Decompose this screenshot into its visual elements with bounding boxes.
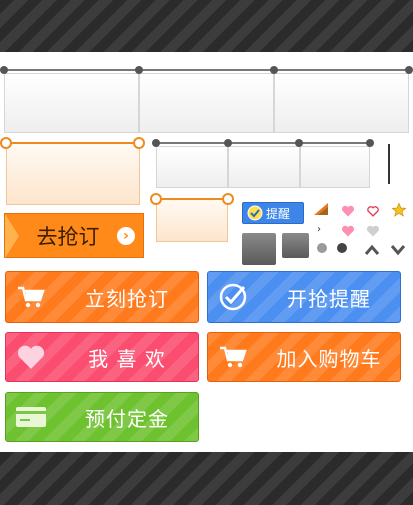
- start-remind-button[interactable]: 开抢提醒: [207, 271, 401, 323]
- timeline-active-dot: [150, 193, 162, 205]
- star-icon[interactable]: [391, 202, 407, 218]
- gray-square-small-icon[interactable]: [282, 233, 309, 258]
- triangle-flag-icon: [314, 203, 328, 215]
- chevron-down-icon[interactable]: [390, 244, 406, 256]
- add-to-cart-button[interactable]: 加入购物车: [207, 332, 401, 382]
- prepay-button[interactable]: 预付定金: [5, 392, 199, 442]
- timeline-dot: [0, 66, 8, 74]
- timeline-line: [4, 69, 409, 71]
- timeline-dot: [224, 139, 232, 147]
- arrow-right-small-icon: ›: [317, 224, 321, 235]
- timeline-active-cell: [6, 142, 140, 205]
- dot-dark-icon[interactable]: [337, 243, 347, 253]
- chevron-up-icon[interactable]: [364, 244, 380, 256]
- timeline-dot: [270, 66, 278, 74]
- check-circle-icon: [247, 205, 263, 221]
- timeline-active-cell-small: [156, 198, 228, 242]
- heart-icon: [6, 344, 56, 370]
- cart-icon: [6, 285, 56, 309]
- remind-small-button[interactable]: 提醒: [242, 202, 304, 224]
- prepay-label: 预付定金: [85, 406, 169, 431]
- timeline-dot: [295, 139, 303, 147]
- timeline-dot: [405, 66, 413, 74]
- timeline-dot: [135, 66, 143, 74]
- timeline-dot: [152, 139, 160, 147]
- cart-icon: [208, 345, 258, 369]
- timeline-line-small: [156, 142, 370, 144]
- vertical-divider: [388, 144, 390, 184]
- check-circle-icon: [208, 282, 258, 312]
- add-to-cart-label: 加入购物车: [276, 346, 382, 371]
- timeline-cell: [139, 73, 274, 133]
- timeline-cell-small: [156, 146, 228, 188]
- timeline-active-dot: [0, 137, 12, 149]
- timeline-active-dot: [133, 137, 145, 149]
- heart-gray-icon[interactable]: [366, 225, 380, 237]
- dot-gray-icon[interactable]: [317, 243, 327, 253]
- timeline-cell-small: [300, 146, 370, 188]
- start-remind-label: 开抢提醒: [287, 286, 371, 311]
- timeline-cell-small: [228, 146, 300, 188]
- remind-small-label: 提醒: [266, 206, 291, 221]
- heart-outline-icon[interactable]: [366, 205, 380, 217]
- timeline-cell: [274, 73, 409, 133]
- card-icon: [6, 405, 56, 429]
- timeline-dot: [366, 139, 374, 147]
- buy-now-button[interactable]: 立刻抢订: [5, 271, 199, 323]
- timeline-cell: [4, 73, 139, 133]
- heart-icon[interactable]: [341, 225, 355, 237]
- qiang-ding-label: 去抢订: [36, 224, 100, 249]
- like-button[interactable]: 我 喜 欢: [5, 332, 199, 382]
- heart-icon[interactable]: [341, 205, 355, 217]
- qiang-ding-button[interactable]: 去抢订 ›: [4, 213, 144, 258]
- chevron-right-circle-icon: ›: [117, 226, 135, 245]
- top-stripe-band: [0, 0, 413, 52]
- buy-now-label: 立刻抢订: [85, 286, 169, 311]
- timeline-active-dot: [222, 193, 234, 205]
- like-label: 我 喜 欢: [88, 346, 166, 371]
- gray-square-icon[interactable]: [242, 233, 276, 265]
- ribbon-arrow-icon: [5, 213, 19, 258]
- bottom-stripe-band: [0, 452, 413, 505]
